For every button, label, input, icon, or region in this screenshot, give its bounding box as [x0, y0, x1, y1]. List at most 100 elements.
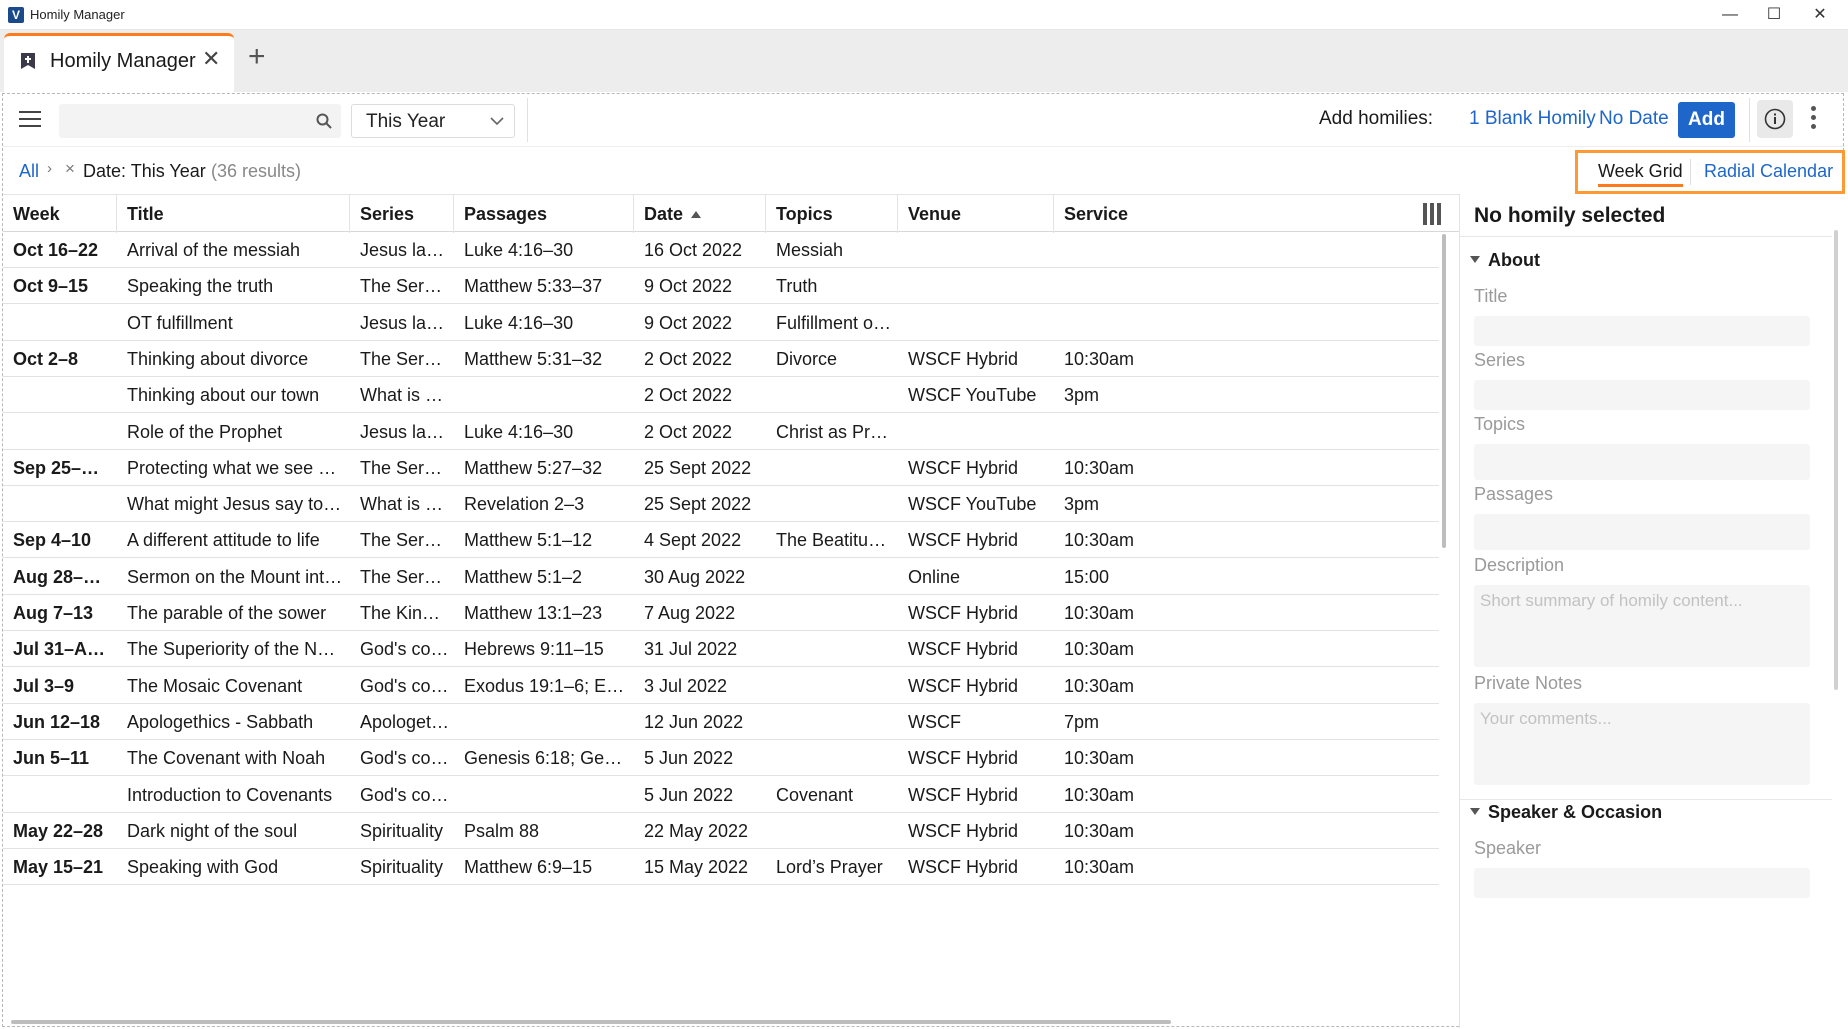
cell-venue: WSCF YouTube: [908, 385, 1037, 406]
description-label: Description: [1474, 555, 1565, 575]
column-header-title[interactable]: Title: [117, 195, 350, 233]
table-row[interactable]: Role of the Prophet Jesus la… Luke 4:16–30…: [3, 414, 1439, 450]
speaker-field[interactable]: [1474, 868, 1810, 898]
minimize-button[interactable]: —: [1710, 2, 1750, 28]
remove-filter-icon[interactable]: ×: [65, 159, 75, 179]
tab-close-icon[interactable]: ✕: [202, 46, 220, 72]
new-tab-button[interactable]: +: [248, 40, 266, 74]
cell-title: OT fulfillment: [127, 312, 233, 333]
table-row[interactable]: Sep 25–O… Protecting what we see an… The S…: [3, 450, 1439, 486]
cell-date: 5 Jun 2022: [644, 784, 734, 805]
table-row[interactable]: Jun 12–18 Apologethics - Sabbath Apologet……: [3, 704, 1439, 740]
table-row[interactable]: Jul 31–Aug 6 The Superiority of the Ne… Go…: [3, 631, 1439, 668]
date-filter-value: This Year: [366, 111, 446, 132]
cell-title: Sermon on the Mount intr…: [127, 566, 345, 587]
table-row[interactable]: Jun 5–11 The Covenant with Noah God's co… G…: [3, 740, 1439, 777]
add-blank-homily-link[interactable]: 1 Blank Homily: [1469, 108, 1596, 130]
about-section-header[interactable]: About: [1470, 250, 1540, 271]
cell-week: Oct 16–22: [13, 240, 99, 260]
cell-date: 25 Sept 2022: [644, 494, 752, 515]
table-row[interactable]: What might Jesus say to us? What is G… Rev…: [3, 486, 1439, 523]
radial-calendar-tab[interactable]: Radial Calendar: [1704, 161, 1833, 182]
table-row[interactable]: Aug 28–Se… Sermon on the Mount intr… The S…: [3, 559, 1439, 595]
toolbar: This Year Add homilies: 1 Blank Homily N…: [3, 94, 1845, 146]
info-button[interactable]: [1757, 100, 1793, 138]
cell-topics: Truth: [776, 276, 818, 297]
date-filter-select[interactable]: This Year: [351, 104, 515, 138]
search-input[interactable]: [65, 110, 305, 132]
search-field[interactable]: [59, 104, 341, 138]
cell-title: Thinking about divorce: [127, 348, 309, 369]
cell-topics: [776, 450, 894, 486]
menu-icon[interactable]: [19, 111, 41, 127]
horizontal-scrollbar[interactable]: [11, 1020, 1171, 1024]
topics-field[interactable]: [1474, 444, 1810, 480]
table-row[interactable]: May 15–21 Speaking with God Spirituality Ma…: [3, 849, 1439, 886]
vertical-scrollbar[interactable]: [1442, 234, 1446, 548]
column-header-series[interactable]: Series: [350, 195, 454, 233]
table-row[interactable]: Aug 7–13 The parable of the sower The King…: [3, 595, 1439, 631]
table-header: Week Title Series Passages Date Topics V…: [3, 194, 1459, 233]
maximize-button[interactable]: ☐: [1754, 2, 1794, 28]
divider: [1460, 236, 1832, 237]
breadcrumb-all[interactable]: All: [19, 161, 39, 182]
cell-service: 10:30am: [1064, 639, 1135, 660]
cell-title: Introduction to Covenants: [127, 784, 333, 805]
cell-service: 15:00: [1064, 566, 1110, 587]
speaker-section-header[interactable]: Speaker & Occasion: [1470, 802, 1662, 823]
private-notes-field[interactable]: [1474, 703, 1810, 785]
collapse-caret-icon: [1470, 256, 1480, 263]
details-scrollbar[interactable]: [1834, 230, 1838, 690]
cell-series: The Ser…: [360, 566, 443, 587]
column-header-topics[interactable]: Topics: [766, 195, 898, 233]
table-row[interactable]: May 22–28 Dark night of the soul Spiritual…: [3, 813, 1439, 849]
table-row[interactable]: Thinking about our town What is G… 2 Oct 2…: [3, 377, 1439, 414]
table-row[interactable]: OT fulfillment Jesus la… Luke 4:16–30 9 Oct…: [3, 305, 1439, 341]
filter-bar: All › × Date: This Year (36 results) Wee…: [3, 146, 1845, 194]
cell-date: 31 Jul 2022: [644, 639, 738, 660]
cell-title: Thinking about our town: [127, 385, 320, 406]
add-no-date-link[interactable]: No Date: [1599, 108, 1669, 130]
table-row[interactable]: Jul 3–9 The Mosaic Covenant God's co… Exodu…: [3, 668, 1439, 704]
table-row[interactable]: Oct 16–22 Arrival of the messiah Jesus la……: [3, 232, 1439, 268]
search-icon[interactable]: [315, 112, 333, 130]
chevron-down-icon: [490, 117, 504, 126]
cell-series: The Ser…: [360, 276, 443, 297]
title-field[interactable]: [1474, 316, 1810, 346]
series-field[interactable]: [1474, 380, 1810, 410]
cell-title: Speaking with God: [127, 857, 279, 878]
cell-service: [1064, 305, 1200, 341]
description-field[interactable]: [1474, 585, 1810, 667]
column-header-service[interactable]: Service: [1054, 195, 1204, 233]
week-grid-tab[interactable]: Week Grid: [1598, 161, 1683, 187]
table-row[interactable]: Oct 2–8 Thinking about divorce The Ser… Mat…: [3, 341, 1439, 377]
column-header-date[interactable]: Date: [634, 195, 766, 233]
more-options-icon[interactable]: [1809, 106, 1817, 134]
close-window-button[interactable]: ✕: [1800, 2, 1840, 28]
cell-passages: Psalm 88: [464, 820, 540, 841]
cell-service: 10:30am: [1064, 857, 1135, 878]
window-title: Homily Manager: [30, 7, 125, 22]
table-row[interactable]: Introduction to Covenants God's co… 5 Jun …: [3, 777, 1439, 813]
cell-topics: Divorce: [776, 348, 838, 369]
main-content: This Year Add homilies: 1 Blank Homily N…: [2, 93, 1845, 1028]
cell-service: [1064, 232, 1200, 268]
column-header-venue[interactable]: Venue: [898, 195, 1054, 233]
table-row[interactable]: Sep 4–10 A different attitude to life The …: [3, 522, 1439, 559]
cell-week: Jun 5–11: [13, 748, 90, 769]
cell-week: [13, 486, 113, 522]
cell-passages: Luke 4:16–30: [464, 240, 574, 260]
cell-passages: Luke 4:16–30: [464, 312, 574, 333]
column-chooser-icon[interactable]: [1423, 203, 1447, 225]
passages-field[interactable]: [1474, 514, 1810, 550]
add-button[interactable]: Add: [1678, 102, 1735, 138]
tab-homily-manager[interactable]: Homily Manager ✕: [4, 33, 234, 92]
table-row[interactable]: Oct 9–15 Speaking the truth The Ser… Matthe…: [3, 268, 1439, 305]
column-header-week[interactable]: Week: [3, 195, 117, 233]
column-header-passages[interactable]: Passages: [454, 195, 634, 233]
cell-topics: [776, 595, 894, 631]
add-homilies-label: Add homilies:: [1319, 108, 1434, 129]
details-heading: No homily selected: [1474, 204, 1666, 227]
cell-venue: WSCF Hybrid: [908, 784, 1019, 805]
homily-icon: [21, 53, 35, 69]
